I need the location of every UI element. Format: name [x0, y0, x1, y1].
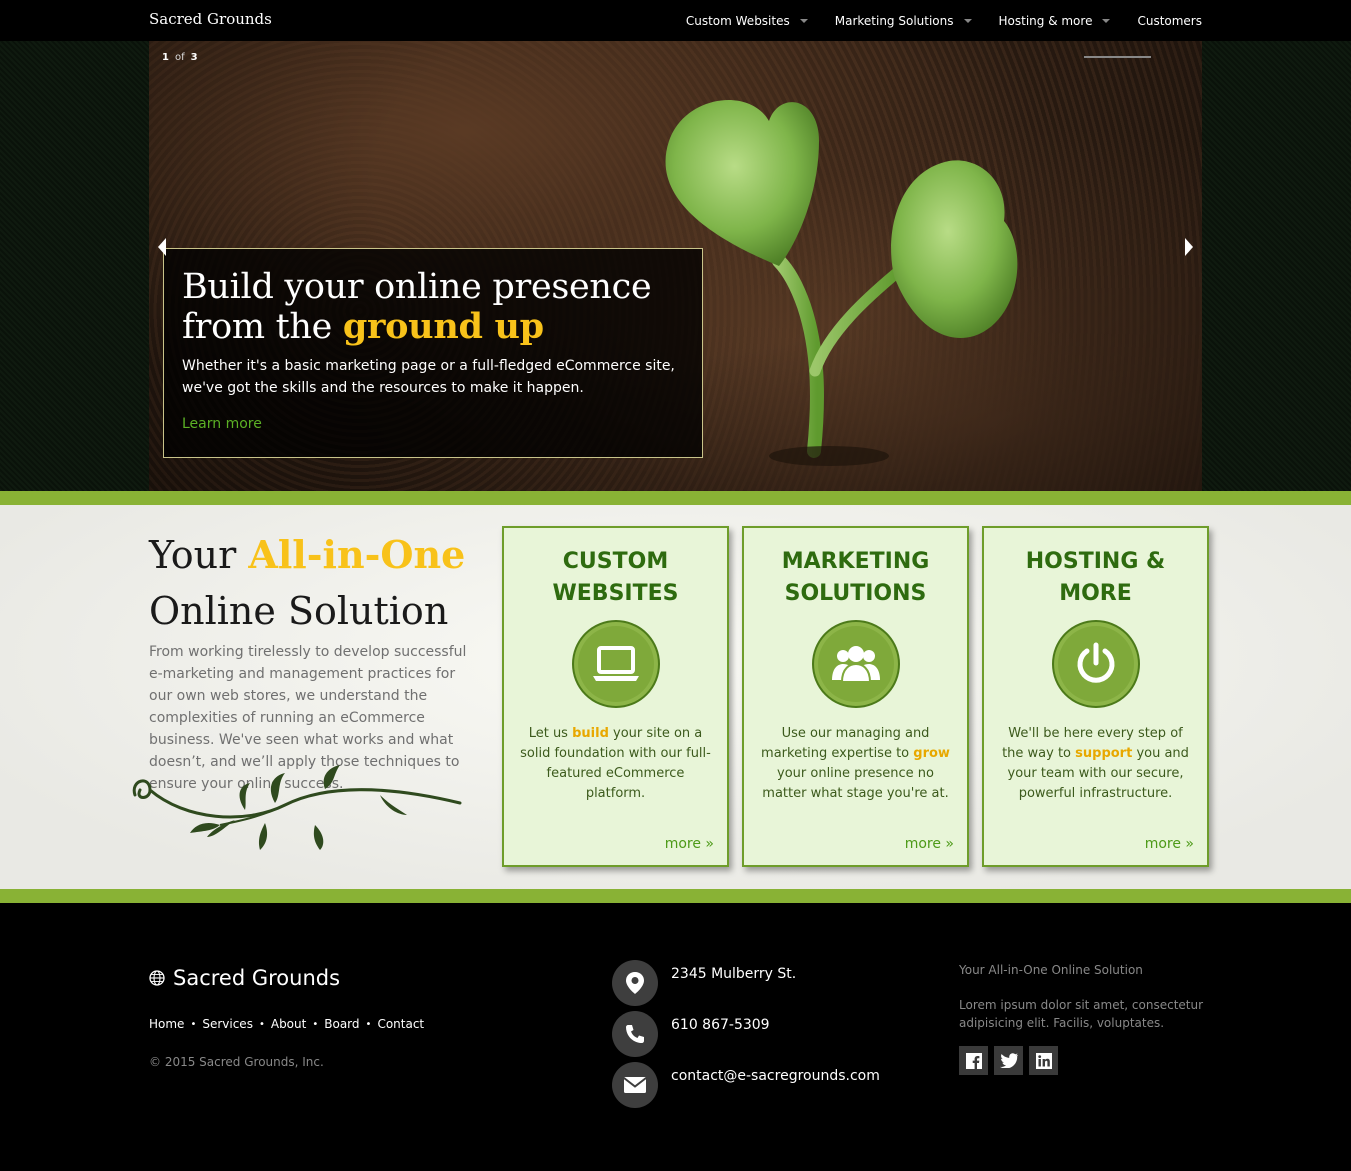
footer: Sacred Grounds Home • Services • About • Bo…	[0, 903, 1351, 1171]
contact-email: contact@e-sacregrounds.com	[612, 1062, 880, 1108]
hero-title: Build your online presence from the grou…	[182, 267, 684, 347]
card-title-line2: SOLUTIONS	[784, 581, 927, 606]
footer-tagline: Your All-in-One Online Solution	[959, 963, 1143, 977]
card-title-line1: CUSTOM	[562, 549, 669, 574]
vine-ornament-icon	[132, 765, 462, 850]
separator-dot: •	[365, 1018, 372, 1030]
title-highlight: All-in-One	[248, 532, 466, 577]
card-more-link[interactable]: more »	[665, 836, 714, 852]
card-text: We'll be here every step of the way to s…	[998, 724, 1193, 804]
users-icon	[811, 620, 900, 708]
section-title: Your All-in-One Online Solution	[149, 527, 465, 639]
slide-progress-bar	[1084, 56, 1151, 58]
footer-lorem: Lorem ipsum dolor sit amet, consectetur …	[959, 998, 1204, 1030]
contact-address: 2345 Mulberry St.	[612, 960, 796, 1006]
facebook-icon[interactable]	[959, 1046, 988, 1075]
nav-custom-websites[interactable]: Custom Websites	[686, 14, 808, 28]
linkedin-icon[interactable]	[1029, 1046, 1058, 1075]
footer-brand: Sacred Grounds	[149, 966, 340, 990]
green-divider-top	[0, 491, 1351, 505]
copyright: © 2015 Sacred Grounds, Inc.	[149, 1055, 324, 1069]
contact-phone: 610 867-5309	[612, 1011, 770, 1057]
card-title-line2: WEBSITES	[552, 581, 679, 606]
card-text: Let us build your site on a solid founda…	[518, 724, 713, 804]
green-divider-bottom	[0, 889, 1351, 903]
card-text-before: Let us	[528, 726, 573, 741]
nav-label: Hosting & more	[998, 13, 1093, 28]
card-title-line2: MORE	[1059, 581, 1132, 606]
main-nav: Custom Websites Marketing Solutions Host…	[659, 0, 1202, 41]
nav-label: Custom Websites	[685, 13, 790, 28]
card-title: HOSTING & MORE	[984, 546, 1207, 610]
separator-dot: •	[190, 1018, 197, 1030]
slide-total: 3	[190, 52, 198, 63]
nav-marketing-solutions[interactable]: Marketing Solutions	[835, 14, 972, 28]
phone-text: 610 867-5309	[671, 1017, 770, 1033]
card-text-highlight: support	[1075, 746, 1133, 761]
nav-label: Customers	[1137, 13, 1202, 28]
slide-current: 1	[162, 52, 169, 63]
card-custom-websites: CUSTOM WEBSITES Let us build your site o…	[502, 526, 729, 867]
nav-customers[interactable]: Customers	[1137, 14, 1202, 28]
title-prefix: Your	[149, 533, 249, 577]
footer-link-contact[interactable]: Contact	[377, 1017, 424, 1031]
phone-icon	[612, 1011, 658, 1057]
title-line2: Online Solution	[149, 589, 449, 633]
card-title: MARKETING SOLUTIONS	[744, 546, 967, 610]
hero-caption: Build your online presence from the grou…	[163, 248, 703, 458]
card-text-highlight: grow	[913, 746, 950, 761]
card-hosting-more: HOSTING & MORE We'll be here every step …	[982, 526, 1209, 867]
carousel-next-arrow-icon[interactable]	[1185, 238, 1193, 256]
card-more-link[interactable]: more »	[905, 836, 954, 852]
card-text-before: Use our managing and marketing expertise…	[761, 726, 930, 761]
address-text: 2345 Mulberry St.	[671, 966, 797, 982]
card-title-line1: HOSTING &	[1025, 549, 1166, 574]
hero-text: Whether it's a basic marketing page or a…	[182, 358, 675, 396]
card-marketing-solutions: MARKETING SOLUTIONS Use our managing and…	[742, 526, 969, 867]
map-marker-icon	[612, 960, 658, 1006]
card-text: Use our managing and marketing expertise…	[758, 724, 953, 804]
footer-link-board[interactable]: Board	[324, 1017, 359, 1031]
caret-down-icon	[963, 19, 972, 23]
footer-brand-text: Sacred Grounds	[173, 966, 341, 990]
footer-link-home[interactable]: Home	[149, 1017, 184, 1031]
footer-links: Home • Services • About • Board • Contact	[149, 1017, 424, 1031]
separator-dot: •	[312, 1018, 319, 1030]
carousel-prev-arrow-icon[interactable]	[158, 238, 166, 256]
hero-title-highlight: ground up	[342, 306, 544, 347]
card-title: CUSTOM WEBSITES	[504, 546, 727, 610]
learn-more-link[interactable]: Learn more	[182, 416, 262, 432]
caret-down-icon	[799, 19, 808, 23]
email-text[interactable]: contact@e-sacregrounds.com	[671, 1068, 880, 1084]
globe-icon	[149, 970, 165, 986]
hero-title-line2: from the	[182, 307, 343, 347]
footer-link-about[interactable]: About	[271, 1017, 306, 1031]
slide-counter: 1 of 3	[162, 52, 198, 63]
nav-label: Marketing Solutions	[834, 13, 954, 28]
envelope-icon	[612, 1062, 658, 1108]
separator-dot: •	[258, 1018, 265, 1030]
nav-hosting-more[interactable]: Hosting & more	[999, 14, 1111, 28]
card-more-link[interactable]: more »	[1145, 836, 1194, 852]
card-title-line1: MARKETING	[781, 549, 930, 574]
social-links	[959, 1046, 1064, 1075]
hero-carousel: 1 of 3 Build your online presence from the…	[149, 41, 1202, 491]
laptop-icon	[571, 620, 660, 708]
power-icon	[1051, 620, 1140, 708]
card-text-highlight: build	[572, 726, 609, 741]
card-text-after: your online presence no matter what stag…	[762, 766, 949, 801]
brand-logo[interactable]: Sacred Grounds	[149, 10, 272, 28]
footer-link-services[interactable]: Services	[202, 1017, 253, 1031]
top-navbar: Sacred Grounds Custom Websites Marketing…	[0, 0, 1351, 41]
services-section: Your All-in-One Online Solution From wor…	[0, 505, 1351, 889]
hero-title-line1: Build your online presence	[182, 267, 652, 307]
caret-down-icon	[1102, 19, 1111, 23]
slide-of: of	[174, 52, 185, 63]
twitter-icon[interactable]	[994, 1046, 1023, 1075]
